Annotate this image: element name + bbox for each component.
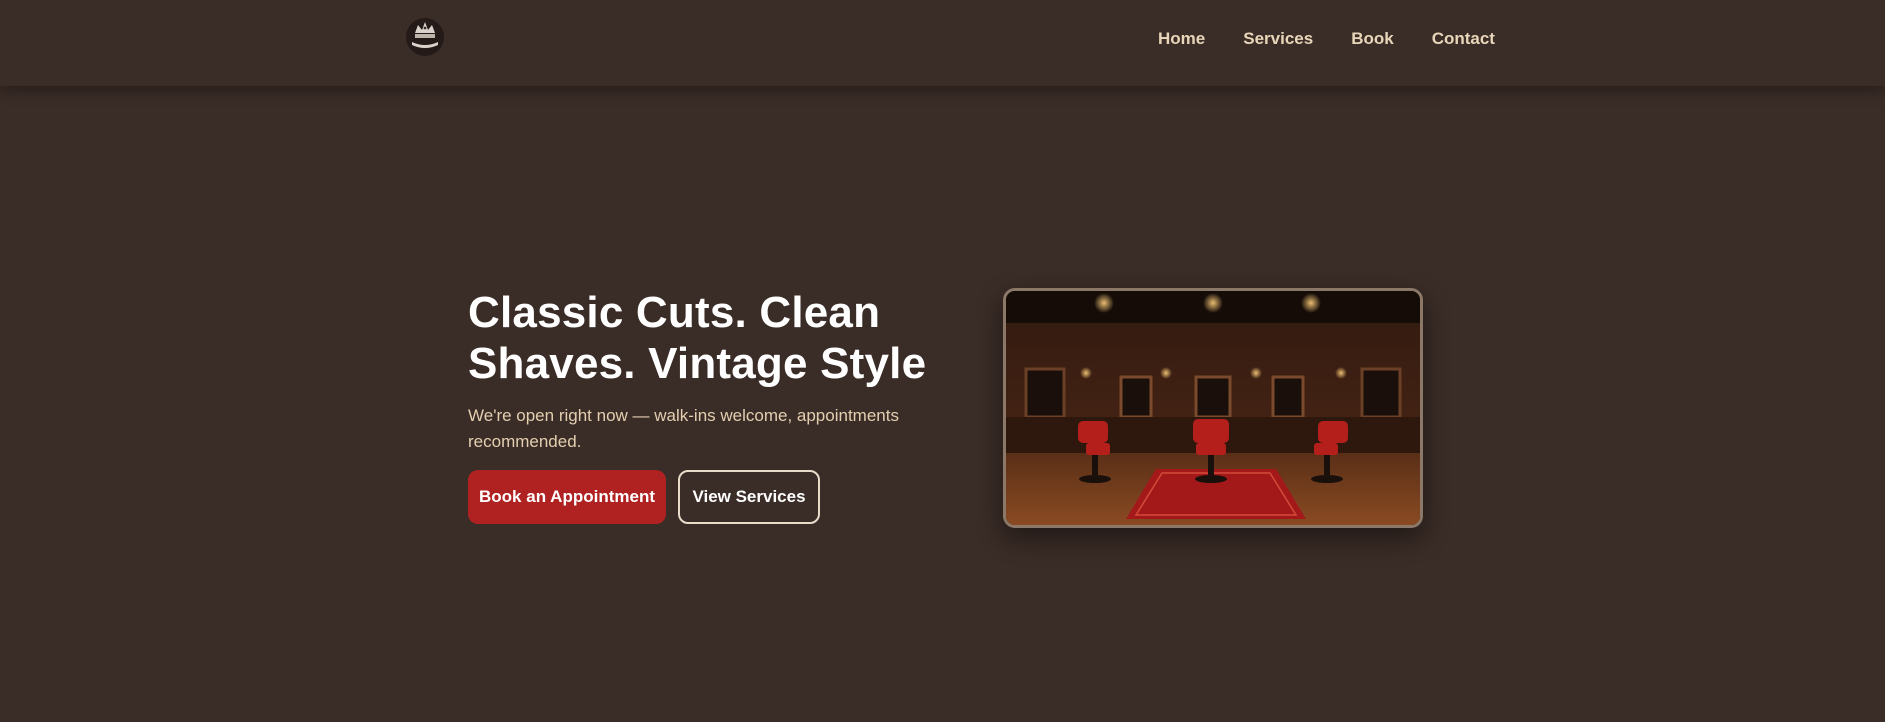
nav-home-link[interactable]: Home [1158, 28, 1205, 50]
book-appointment-button[interactable]: Book an Appointment [468, 470, 666, 524]
nav-book-link[interactable]: Book [1351, 28, 1394, 50]
hero-buttons: Book an Appointment View Services [468, 470, 820, 524]
hero-text: Classic Cuts. Clean Shaves. Vintage Styl… [468, 287, 968, 455]
hero-subtitle: We're open right now — walk-ins welcome,… [468, 406, 899, 451]
nav-services-link[interactable]: Services [1243, 28, 1313, 50]
site-header: Home Services Book Contact [0, 0, 1885, 86]
view-services-button[interactable]: View Services [678, 470, 820, 524]
hero-title: Classic Cuts. Clean Shaves. Vintage Styl… [468, 288, 927, 388]
main-nav: Home Services Book Contact [1158, 28, 1533, 50]
crown-emblem-icon[interactable] [403, 15, 447, 59]
nav-contact-link[interactable]: Contact [1432, 28, 1495, 50]
barbershop-interior-photo [1003, 288, 1423, 528]
